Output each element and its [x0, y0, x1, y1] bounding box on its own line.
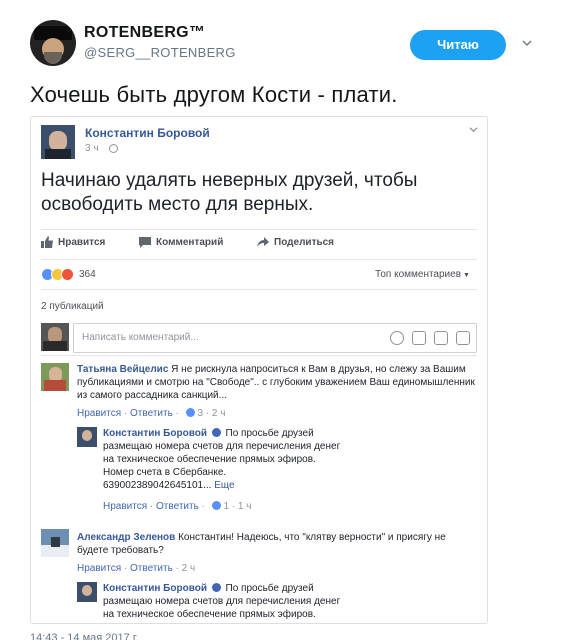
comment-icon	[139, 237, 151, 248]
verified-icon	[211, 583, 221, 592]
like-reaction-icon	[185, 408, 195, 417]
commenter-avatar[interactable]	[41, 529, 69, 557]
chevron-down-icon[interactable]	[522, 38, 532, 48]
share-button[interactable]: Поделиться	[257, 236, 334, 248]
commenter-avatar[interactable]	[41, 363, 69, 391]
reply-author[interactable]: Константин Боровой	[103, 583, 207, 594]
globe-icon	[109, 144, 118, 153]
reply-author[interactable]: Константин Боровой	[103, 428, 207, 439]
comment-meta: Нравится · Ответить · 2 ч	[77, 563, 196, 574]
like-reaction-icon	[211, 501, 221, 510]
comment-meta: Нравится · Ответить · 3 · 2 ч	[77, 408, 226, 419]
chevron-down-icon[interactable]	[469, 125, 478, 134]
avatar[interactable]	[30, 20, 76, 66]
comment-like-link[interactable]: Нравится	[77, 563, 121, 574]
following-button[interactable]: Читаю	[410, 30, 506, 60]
comment-like-link[interactable]: Нравится	[77, 408, 121, 419]
comment-button[interactable]: Комментарий	[139, 236, 223, 248]
post-author-avatar[interactable]	[41, 125, 75, 159]
comment: Татьяна Вейцелис Я не рискнула напросить…	[77, 363, 481, 402]
comment: Александр Зеленов Константин! Надеюсь, ч…	[77, 531, 467, 557]
comment-reply-link[interactable]: Ответить	[130, 408, 173, 419]
share-label: Поделиться	[274, 236, 335, 248]
reply: Константин Боровой По просьбе друзей раз…	[103, 582, 343, 621]
share-icon	[257, 237, 269, 247]
viewer-avatar	[41, 323, 69, 351]
divider	[41, 355, 477, 356]
post-author-name[interactable]: Константин Боровой	[85, 126, 210, 140]
reactions-summary[interactable]: 364	[41, 267, 96, 281]
emoji-icon[interactable]	[390, 331, 404, 345]
verified-icon	[211, 428, 221, 437]
shares-link[interactable]: 2 публикаций	[41, 301, 104, 312]
camera-icon[interactable]	[412, 331, 426, 345]
account-number: 639002389042645101...	[103, 480, 212, 491]
comment-reply-link[interactable]: Ответить	[130, 563, 173, 574]
comment-time[interactable]: 2 ч	[212, 408, 226, 419]
reply-text-line: Номер счета в Сбербанке.	[103, 467, 227, 478]
reply: Константин Боровой По просьбе друзей раз…	[103, 427, 343, 492]
author-name[interactable]: ROTENBERG™	[84, 24, 205, 42]
comment-author[interactable]: Александр Зеленов	[77, 532, 175, 543]
comment-time[interactable]: 2 ч	[182, 563, 196, 574]
post-actions: Нравится Комментарий Поделиться	[41, 233, 477, 255]
thumbs-up-icon	[41, 236, 53, 248]
like-label: Нравится	[58, 236, 106, 248]
post-text: Начинаю удалять неверных друзей, чтобы о…	[41, 170, 418, 215]
comment-input[interactable]: Написать комментарий...	[73, 323, 477, 353]
comment-label: Комментарий	[156, 236, 224, 248]
comment-author[interactable]: Татьяна Вейцелис	[77, 364, 168, 375]
reply-meta: Нравится · Ответить · 1 · 1 ч	[103, 501, 252, 512]
reply-author-avatar[interactable]	[77, 582, 97, 602]
divider	[41, 259, 477, 260]
tweet-timestamp[interactable]: 14:43 - 14 мая 2017 г.	[30, 632, 139, 640]
like-button[interactable]: Нравится	[41, 236, 105, 248]
reply-time[interactable]: 1 ч	[238, 501, 252, 512]
top-comments-dropdown[interactable]: Топ комментариев ▼	[375, 269, 470, 280]
reply-reply-link[interactable]: Ответить	[156, 501, 199, 512]
tweet-text: Хочешь быть другом Кости - плати.	[30, 82, 398, 107]
comment-reaction-count: 3	[197, 408, 204, 419]
angry-reaction-icon	[61, 267, 74, 281]
facebook-embed: Константин Боровой 3 ч Начинаю удалять н…	[30, 116, 488, 624]
author-handle[interactable]: @SERG__ROTENBERG	[84, 45, 236, 60]
sticker-icon[interactable]	[456, 331, 470, 345]
post-time[interactable]: 3 ч	[85, 143, 99, 154]
reaction-count: 364	[79, 268, 96, 280]
dropdown-arrow-icon: ▼	[463, 272, 470, 279]
reply-author-avatar[interactable]	[77, 427, 97, 447]
gif-icon[interactable]	[434, 331, 448, 345]
divider	[41, 229, 477, 230]
divider	[41, 289, 477, 290]
see-more-link[interactable]: Еще	[214, 480, 234, 491]
comment-placeholder: Написать комментарий...	[82, 332, 199, 343]
reply-like-link[interactable]: Нравится	[103, 501, 147, 512]
reply-reaction-count: 1	[223, 501, 230, 512]
top-comments-label: Топ комментариев	[375, 269, 462, 280]
